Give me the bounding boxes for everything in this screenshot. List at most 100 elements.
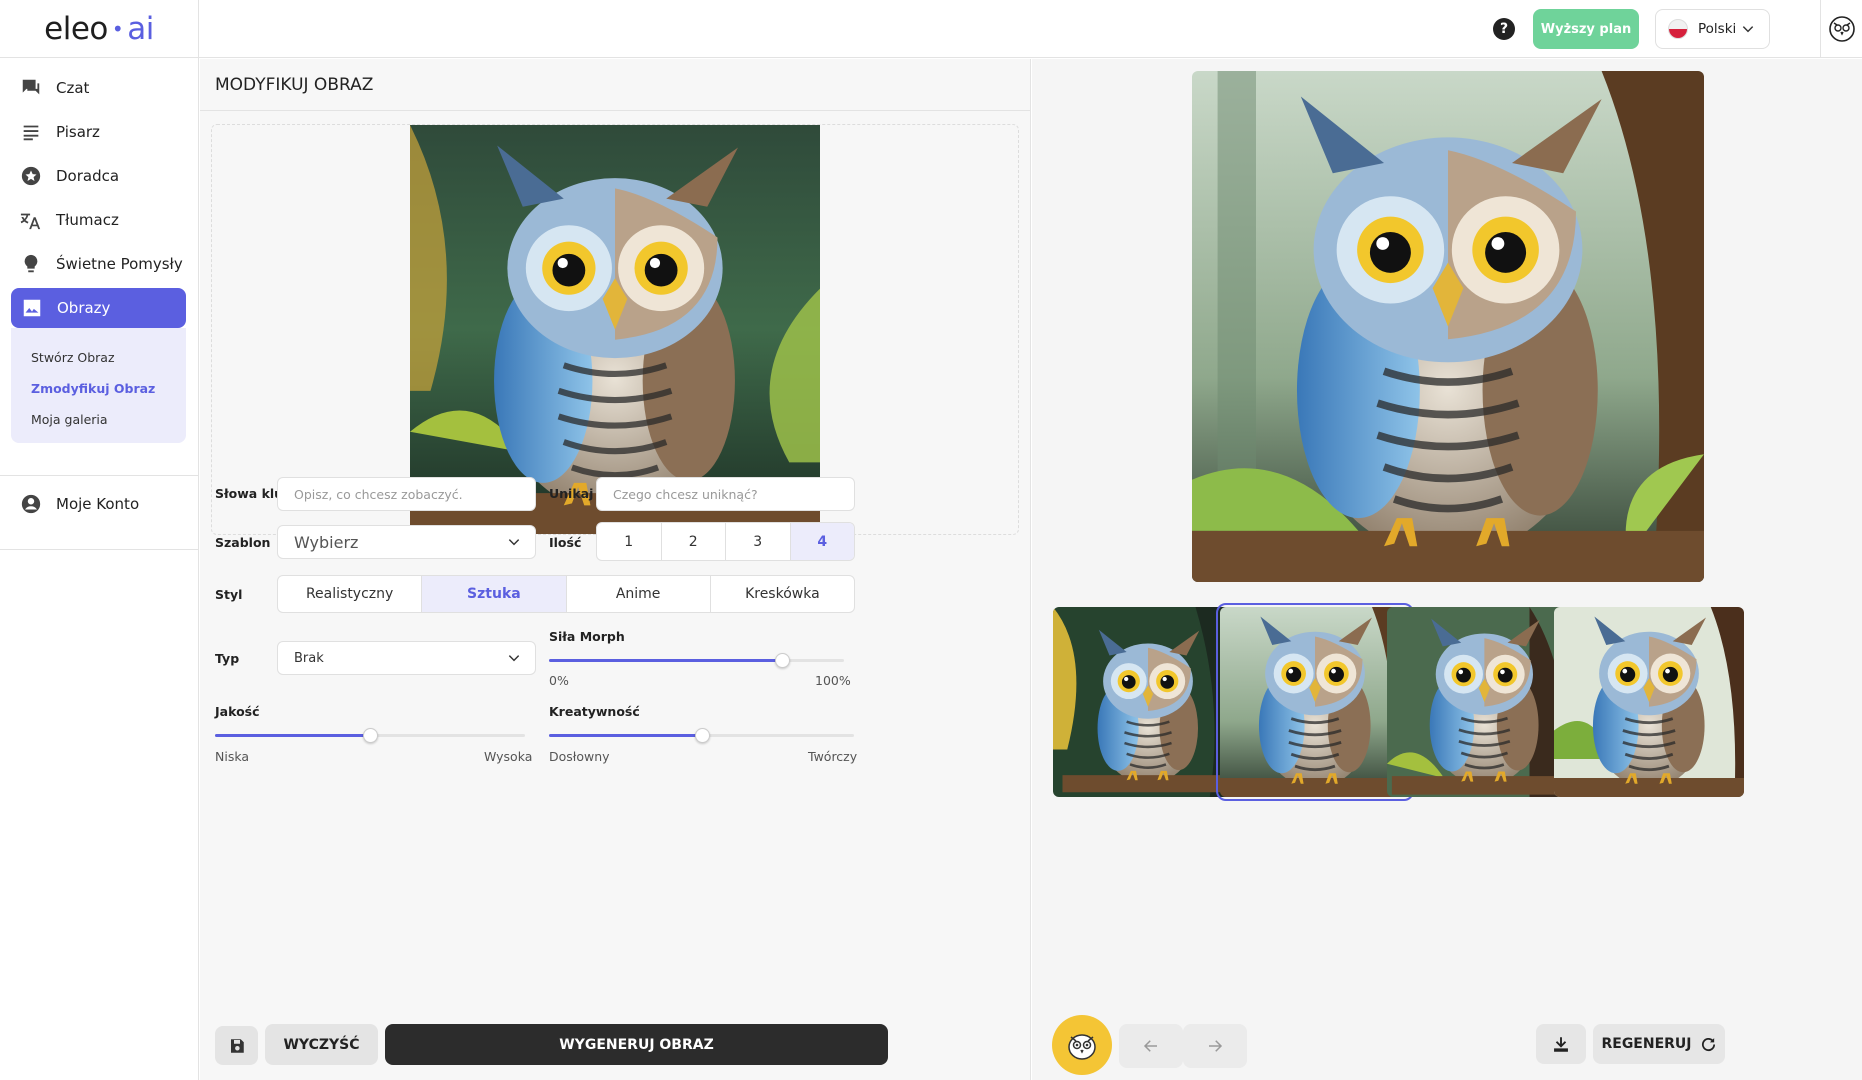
- logo-dot: •: [111, 16, 124, 41]
- sidebar-item-label: Czat: [56, 79, 90, 97]
- sidebar-item-label: Świetne Pomysły: [56, 255, 183, 273]
- chevron-down-icon: [1742, 26, 1754, 33]
- sidebar-item-moje-konto[interactable]: Moje Konto: [0, 482, 198, 526]
- source-image-dropzone[interactable]: [211, 124, 1019, 535]
- creativity-label: Kreatywność: [549, 704, 640, 719]
- quality-min-label: Niska: [215, 749, 250, 764]
- poland-flag-icon: [1668, 19, 1688, 39]
- subnav-item-zmodyfikuj-obraz[interactable]: Zmodyfikuj Obraz: [31, 373, 186, 404]
- template-label: Szablon: [215, 535, 271, 550]
- slider-handle[interactable]: [694, 728, 710, 743]
- sidebar-subnav-obrazy: Stwórz Obraz Zmodyfikuj Obraz Moja galer…: [11, 328, 186, 443]
- source-image: [410, 125, 820, 534]
- star-icon: [21, 166, 41, 186]
- logo-ai-text: ai: [127, 10, 154, 47]
- download-button[interactable]: [1536, 1024, 1586, 1064]
- refresh-icon: [1701, 1037, 1715, 1051]
- lines-icon: [23, 125, 39, 141]
- chevron-down-icon: [508, 655, 520, 662]
- save-button[interactable]: [215, 1026, 258, 1065]
- owl-mascot-icon: [1068, 1034, 1096, 1060]
- chat-icon: [22, 79, 40, 95]
- subnav-item-stworz-obraz[interactable]: Stwórz Obraz: [31, 342, 186, 373]
- morph-min-label: 0%: [549, 673, 569, 688]
- sidebar-item-tlumacz[interactable]: Tłumacz: [0, 198, 198, 242]
- sidebar-item-label: Obrazy: [57, 299, 111, 317]
- creativity-max-label: Twórczy: [808, 749, 858, 764]
- style-option-sztuka[interactable]: Sztuka: [421, 576, 566, 612]
- result-thumbnail-2[interactable]: [1216, 603, 1414, 801]
- save-icon: [230, 1038, 244, 1053]
- modify-image-panel: MODYFIKUJ OBRAZ Słowa kluczowe Opisz, co…: [200, 59, 1031, 1080]
- help-icon[interactable]: ?: [1493, 18, 1515, 40]
- next-button[interactable]: [1183, 1024, 1247, 1068]
- quality-max-label: Wysoka: [484, 749, 533, 764]
- creativity-min-label: Dosłowny: [549, 749, 610, 764]
- page-title: MODYFIKUJ OBRAZ: [200, 59, 1030, 111]
- count-option-4[interactable]: 4: [789, 523, 854, 560]
- slider-handle[interactable]: [363, 728, 378, 743]
- style-label: Styl: [215, 587, 243, 602]
- clear-button[interactable]: WYCZYŚĆ: [265, 1024, 378, 1065]
- creativity-slider[interactable]: [549, 727, 854, 743]
- arrow-left-icon: [1143, 1040, 1157, 1052]
- sidebar-item-pisarz[interactable]: Pisarz: [0, 110, 198, 154]
- result-thumbnail-3[interactable]: [1387, 607, 1577, 797]
- results-panel: REGENERUJ: [1032, 59, 1862, 1080]
- sidebar: eleo • ai Czat Pisarz Doradca Tłumacz Świe…: [0, 0, 199, 1080]
- template-select[interactable]: Wybierz: [277, 525, 536, 559]
- keywords-input[interactable]: Opisz, co chcesz zobaczyć.: [277, 477, 536, 511]
- sidebar-nav: Czat Pisarz Doradca Tłumacz Świetne Pomy…: [0, 58, 198, 443]
- sidebar-item-label: Pisarz: [56, 123, 100, 141]
- style-selector: Realistyczny Sztuka Anime Kreskówka: [277, 575, 855, 613]
- translate-icon: [20, 213, 41, 230]
- chevron-down-icon: [508, 539, 520, 546]
- type-label: Typ: [215, 651, 240, 666]
- result-image-large[interactable]: [1192, 71, 1704, 582]
- generate-image-button[interactable]: WYGENERUJ OBRAZ: [385, 1024, 888, 1065]
- sidebar-item-czat[interactable]: Czat: [0, 66, 198, 110]
- sidebar-item-obrazy[interactable]: Obrazy: [11, 288, 186, 328]
- template-value: Wybierz: [294, 532, 359, 552]
- count-label: Ilość: [549, 535, 582, 550]
- quality-label: Jakość: [215, 704, 260, 719]
- sidebar-item-doradca[interactable]: Doradca: [0, 154, 198, 198]
- language-select[interactable]: Polski: [1655, 9, 1770, 49]
- lightbulb-icon: [24, 254, 38, 273]
- sidebar-item-label: Doradca: [56, 167, 120, 185]
- quality-slider[interactable]: [215, 727, 525, 743]
- slider-handle[interactable]: [775, 653, 791, 668]
- count-option-3[interactable]: 3: [725, 523, 790, 560]
- owl-assistant-button[interactable]: [1052, 1015, 1112, 1075]
- previous-button[interactable]: [1119, 1024, 1183, 1068]
- sidebar-item-label: Moje Konto: [56, 495, 140, 513]
- morph-strength-slider[interactable]: [549, 652, 844, 668]
- arrow-right-icon: [1209, 1040, 1223, 1052]
- language-label: Polski: [1698, 21, 1737, 37]
- subnav-item-moja-galeria[interactable]: Moja galeria: [31, 404, 186, 435]
- morph-strength-label: Siła Morph: [549, 629, 625, 644]
- type-select[interactable]: Brak: [277, 641, 536, 675]
- style-option-kreskowka[interactable]: Kreskówka: [709, 576, 854, 612]
- regenerate-label: REGENERUJ: [1601, 1036, 1692, 1052]
- sidebar-item-label: Tłumacz: [56, 211, 119, 229]
- logo-text: eleo: [44, 10, 108, 47]
- result-thumbnail-4[interactable]: [1554, 607, 1744, 797]
- count-option-1[interactable]: 1: [597, 523, 661, 560]
- top-bar: ? Wyższy plan Polski: [199, 0, 1862, 58]
- count-selector: 1 2 3 4: [596, 522, 855, 561]
- account-icon: [21, 494, 41, 514]
- type-value: Brak: [294, 650, 324, 666]
- style-option-realistyczny[interactable]: Realistyczny: [278, 576, 421, 612]
- slider-fill: [215, 734, 370, 737]
- sidebar-item-pomysly[interactable]: Świetne Pomysły: [0, 242, 198, 286]
- user-avatar[interactable]: [1820, 0, 1862, 58]
- upgrade-plan-button[interactable]: Wyższy plan: [1533, 9, 1639, 49]
- style-option-anime[interactable]: Anime: [565, 576, 710, 612]
- avoid-input[interactable]: Czego chcesz uniknąć?: [596, 477, 855, 511]
- count-option-2[interactable]: 2: [660, 523, 726, 560]
- result-thumbnail-1[interactable]: [1053, 607, 1243, 797]
- owl-avatar-icon: [1828, 16, 1855, 42]
- app-logo[interactable]: eleo • ai: [0, 0, 198, 58]
- regenerate-button[interactable]: REGENERUJ: [1593, 1024, 1725, 1064]
